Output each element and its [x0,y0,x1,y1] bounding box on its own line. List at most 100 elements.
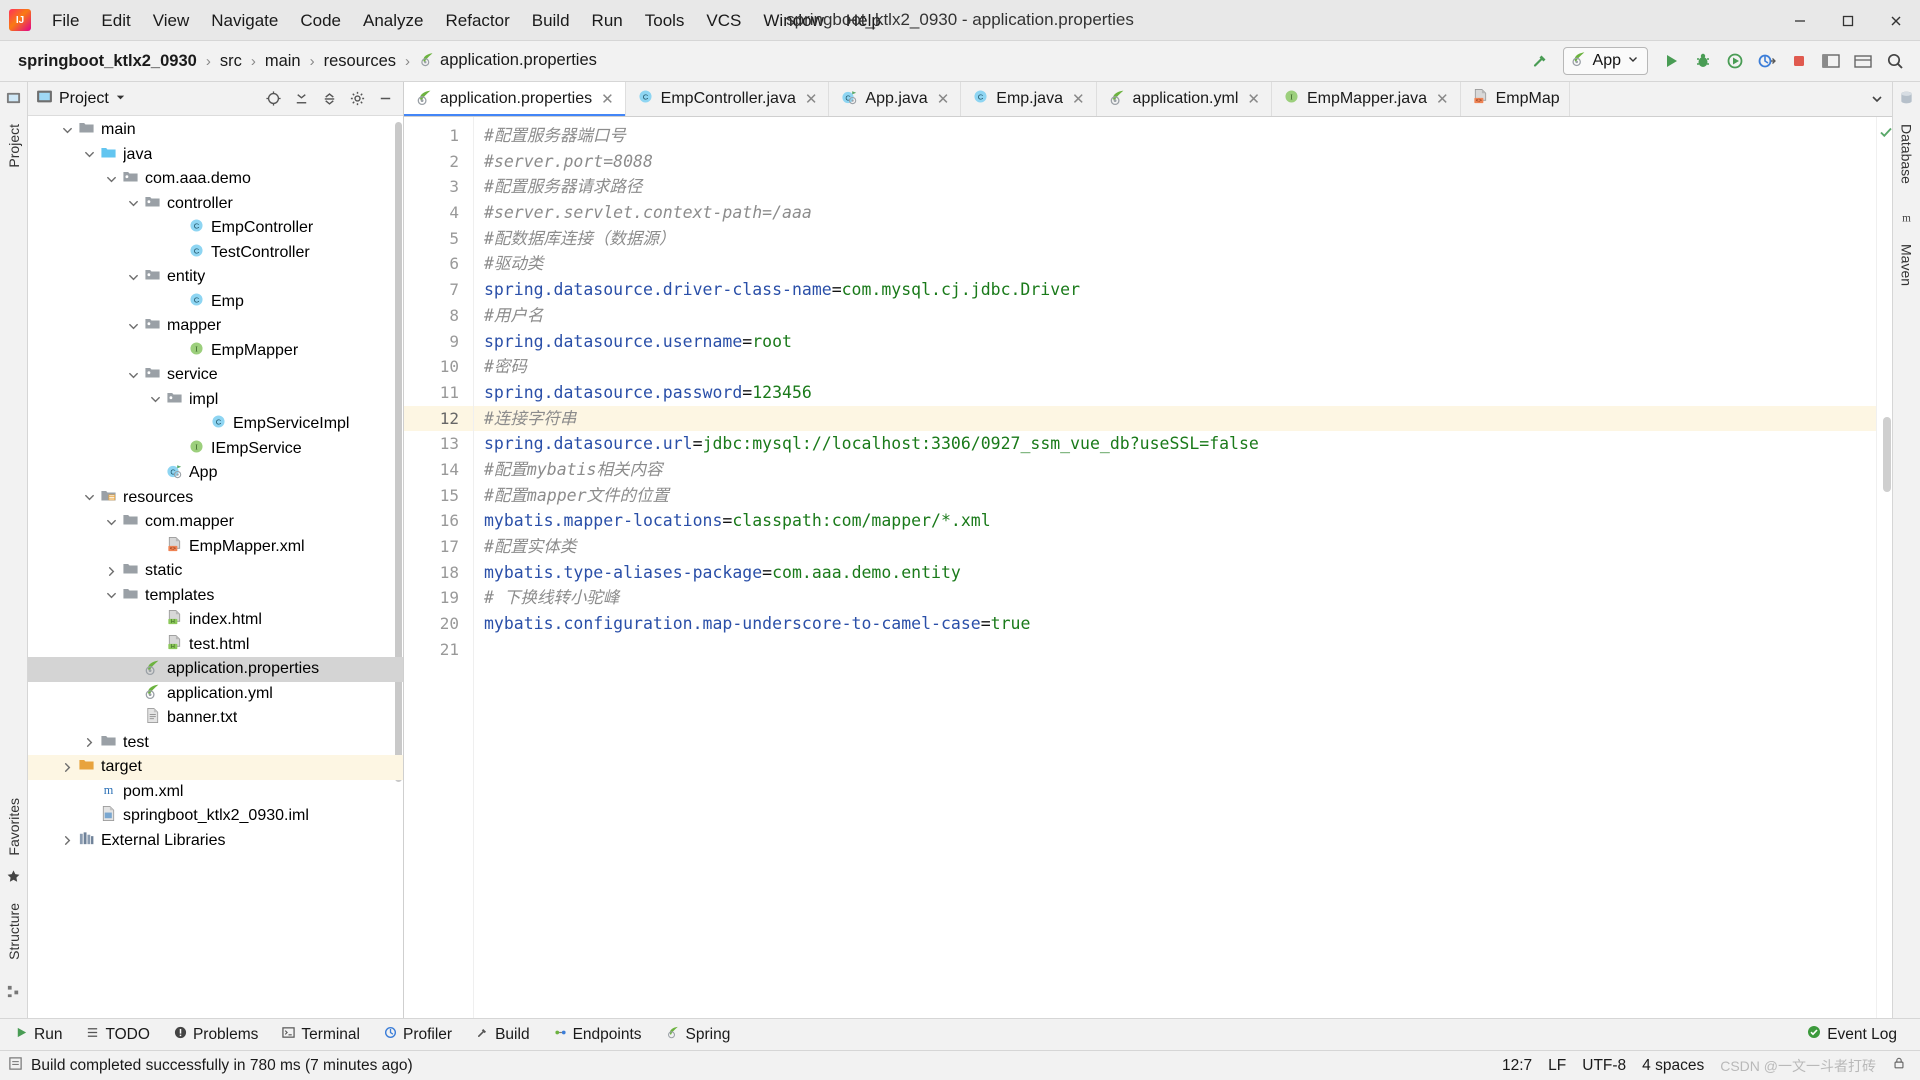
menu-window[interactable]: Window [752,0,834,41]
select-opened-file-icon[interactable] [261,87,285,111]
tree-node-testcontroller[interactable]: C TestController [28,241,403,266]
menu-edit[interactable]: Edit [90,0,141,41]
stop-icon[interactable] [1784,46,1814,76]
tree-node-empcontroller[interactable]: C EmpController [28,216,403,241]
rail-tab-project[interactable]: Project [6,116,22,176]
editor-tabs-overflow-icon[interactable] [1862,82,1892,116]
chevron-down-icon[interactable] [124,320,142,333]
chevron-down-icon[interactable] [124,271,142,284]
tab-close-icon[interactable]: ✕ [599,91,616,108]
rail-tab-maven[interactable]: Maven [1899,236,1915,294]
window-layout-icon[interactable] [1848,46,1878,76]
tree-node-entity[interactable]: entity [28,265,403,290]
menu-refactor[interactable]: Refactor [434,0,520,41]
editor-tab-emp-java[interactable]: C Emp.java ✕ [961,82,1097,116]
chevron-down-icon[interactable] [124,369,142,382]
tree-node-empmapper[interactable]: I EmpMapper [28,339,403,364]
tab-close-icon[interactable]: ✕ [1070,91,1087,108]
toolwindow-build[interactable]: Build [465,1022,540,1048]
maximize-button[interactable] [1824,0,1872,41]
tree-node-target[interactable]: target [28,755,403,780]
indent-setting[interactable]: 4 spaces [1642,1057,1704,1075]
code-line[interactable]: #配置实体类 [474,534,1876,560]
menu-help[interactable]: Help [835,0,892,41]
code-line[interactable]: mybatis.type-aliases-package=com.aaa.dem… [474,560,1876,586]
line-number[interactable]: 19 [404,585,473,611]
chevron-down-icon[interactable] [1627,52,1639,70]
tree-node-impl[interactable]: impl [28,388,403,413]
debug-icon[interactable] [1688,46,1718,76]
line-number[interactable]: 13 [404,431,473,457]
editor-tab-empcontroller-java[interactable]: C EmpController.java ✕ [625,82,830,116]
breadcrumb-item-project[interactable]: springboot_ktlx2_0930 [14,50,201,73]
line-number[interactable]: 2 [404,149,473,175]
tree-node-com-aaa-demo[interactable]: com.aaa.demo [28,167,403,192]
toolwindow-run[interactable]: Run [4,1022,73,1048]
line-number[interactable]: 16 [404,508,473,534]
toolwindow-endpoints[interactable]: Endpoints [543,1022,653,1048]
line-number[interactable]: 3 [404,174,473,200]
chevron-right-icon[interactable] [58,834,76,847]
tree-node-pom-xml[interactable]: m pom.xml [28,780,403,805]
code-line[interactable]: mybatis.mapper-locations=classpath:com/m… [474,508,1876,534]
menu-navigate[interactable]: Navigate [200,0,289,41]
editor-tab-empmap[interactable]: <> EmpMap [1460,82,1570,116]
editor-viewport[interactable]: 1 2 3 4 5 6 7 8 9 10 11 12 13 14 15 16 17 18 19 20 21 #配置服务器… [404,117,1892,1018]
menu-view[interactable]: View [142,0,201,41]
tree-node-static[interactable]: static [28,559,403,584]
chevron-down-icon[interactable] [146,393,164,406]
line-separator[interactable]: LF [1548,1057,1566,1075]
tree-node-test[interactable]: test [28,731,403,756]
breadcrumb-item-main[interactable]: main [261,50,305,73]
search-icon[interactable] [1880,46,1910,76]
layout-icon[interactable] [1816,46,1846,76]
tree-node-banner-txt[interactable]: banner.txt [28,706,403,731]
breadcrumb-item-resources[interactable]: resources [320,50,400,73]
menu-vcs[interactable]: VCS [695,0,752,41]
code-line[interactable]: spring.datasource.password=123456 [474,380,1876,406]
tree-node-templates[interactable]: templates [28,584,403,609]
code-line[interactable]: #配置mybatis相关内容 [474,457,1876,483]
line-number[interactable]: 20 [404,611,473,637]
event-log-button[interactable]: Event Log [1796,1022,1908,1048]
run-icon[interactable] [1656,46,1686,76]
expand-all-icon[interactable] [289,87,313,111]
code-line[interactable]: mybatis.configuration.map-underscore-to-… [474,611,1876,637]
chevron-right-icon[interactable] [58,761,76,774]
chevron-right-icon[interactable] [102,565,120,578]
error-stripe-marker[interactable] [1876,117,1892,1018]
toolwindow-spring[interactable]: Spring [655,1022,742,1048]
line-number[interactable]: 21 [404,637,473,663]
tree-node-app[interactable]: C App [28,461,403,486]
tab-close-icon[interactable]: ✕ [935,91,952,108]
build-hammer-icon[interactable] [1525,46,1555,76]
code-line[interactable]: #连接字符串 [474,405,1876,432]
code-line[interactable]: #密码 [474,354,1876,380]
tree-node-java[interactable]: java [28,143,403,168]
code-line[interactable]: #server.servlet.context-path=/aaa [474,200,1876,226]
tree-node-test-html[interactable]: Htest.html [28,633,403,658]
code-line[interactable]: spring.datasource.url=jdbc:mysql://local… [474,431,1876,457]
chevron-right-icon[interactable] [80,736,98,749]
chevron-down-icon[interactable] [58,124,76,137]
line-number[interactable]: 15 [404,483,473,509]
rail-tab-favorites[interactable]: Favorites [6,790,22,864]
chevron-down-icon[interactable] [102,516,120,529]
menu-build[interactable]: Build [521,0,581,41]
close-button[interactable] [1872,0,1920,41]
chevron-down-icon[interactable] [124,197,142,210]
menu-analyze[interactable]: Analyze [352,0,434,41]
line-number[interactable]: 1 [404,123,473,149]
line-number[interactable]: 18 [404,560,473,586]
code-line[interactable]: spring.datasource.username=root [474,329,1876,355]
menu-tools[interactable]: Tools [634,0,696,41]
line-number[interactable]: 14 [404,457,473,483]
line-number[interactable]: 8 [404,303,473,329]
line-number[interactable]: 12 [404,405,473,432]
code-line[interactable]: # 下换线转小驼峰 [474,585,1876,611]
profiler-icon[interactable] [1752,46,1782,76]
code-line[interactable]: #server.port=8088 [474,149,1876,175]
toolwindow-problems[interactable]: Problems [163,1022,269,1048]
run-configuration-selector[interactable]: App [1562,47,1648,75]
code-line[interactable] [474,637,1876,663]
